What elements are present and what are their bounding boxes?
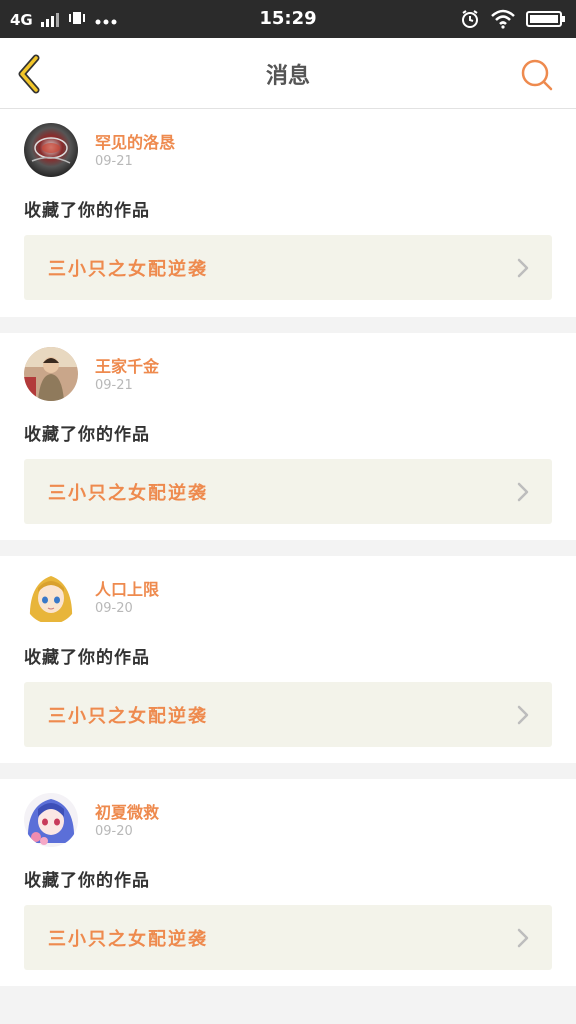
work-title: 三小只之女配逆袭: [48, 483, 208, 504]
work-link-card[interactable]: 三小只之女配逆袭: [24, 905, 552, 970]
work-link-card[interactable]: 三小只之女配逆袭: [24, 235, 552, 300]
avatar[interactable]: [24, 347, 78, 401]
header-bar: 消息: [0, 38, 576, 109]
avatar[interactable]: [24, 793, 78, 847]
avatar[interactable]: [24, 570, 78, 624]
chevron-right-icon: [517, 258, 529, 278]
chevron-right-icon: [517, 928, 529, 948]
username-link[interactable]: 罕见的洛恳: [95, 129, 175, 153]
chevron-right-icon: [517, 482, 529, 502]
alarm-icon: [460, 9, 480, 33]
action-text: 收藏了你的作品: [24, 201, 150, 221]
chevron-right-icon: [517, 705, 529, 725]
notification-card: 王家千金 09-21 收藏了你的作品 三小只之女配逆袭: [0, 333, 576, 540]
battery-icon: [526, 10, 566, 32]
status-bar: 4G 15:29: [0, 0, 576, 38]
work-title: 三小只之女配逆袭: [48, 706, 208, 727]
page-title: 消息: [265, 63, 310, 89]
status-right: [460, 9, 566, 33]
action-text: 收藏了你的作品: [24, 871, 150, 891]
action-text: 收藏了你的作品: [24, 648, 150, 668]
notification-card: 罕见的洛恳 09-21 收藏了你的作品 三小只之女配逆袭: [0, 109, 576, 317]
notification-card: 人口上限 09-20 收藏了你的作品 三小只之女配逆袭: [0, 556, 576, 763]
work-link-card[interactable]: 三小只之女配逆袭: [24, 682, 552, 747]
notification-date: 09-21: [95, 154, 133, 169]
work-title: 三小只之女配逆袭: [48, 259, 208, 280]
notification-date: 09-20: [95, 824, 133, 839]
username-link[interactable]: 王家千金: [95, 353, 159, 377]
search-icon: [521, 59, 553, 91]
wifi-icon: [490, 9, 516, 33]
action-text: 收藏了你的作品: [24, 425, 150, 445]
work-title: 三小只之女配逆袭: [48, 929, 208, 950]
username-link[interactable]: 初夏微救: [95, 799, 159, 823]
work-link-card[interactable]: 三小只之女配逆袭: [24, 459, 552, 524]
notification-date: 09-20: [95, 601, 133, 616]
search-button[interactable]: [520, 58, 554, 92]
avatar[interactable]: [24, 123, 78, 177]
notification-list: 罕见的洛恳 09-21 收藏了你的作品 三小只之女配逆袭 王家千金 09-21 …: [0, 109, 576, 986]
username-link[interactable]: 人口上限: [95, 576, 159, 600]
notification-card: 初夏微救 09-20 收藏了你的作品 三小只之女配逆袭: [0, 779, 576, 986]
notification-date: 09-21: [95, 378, 133, 393]
